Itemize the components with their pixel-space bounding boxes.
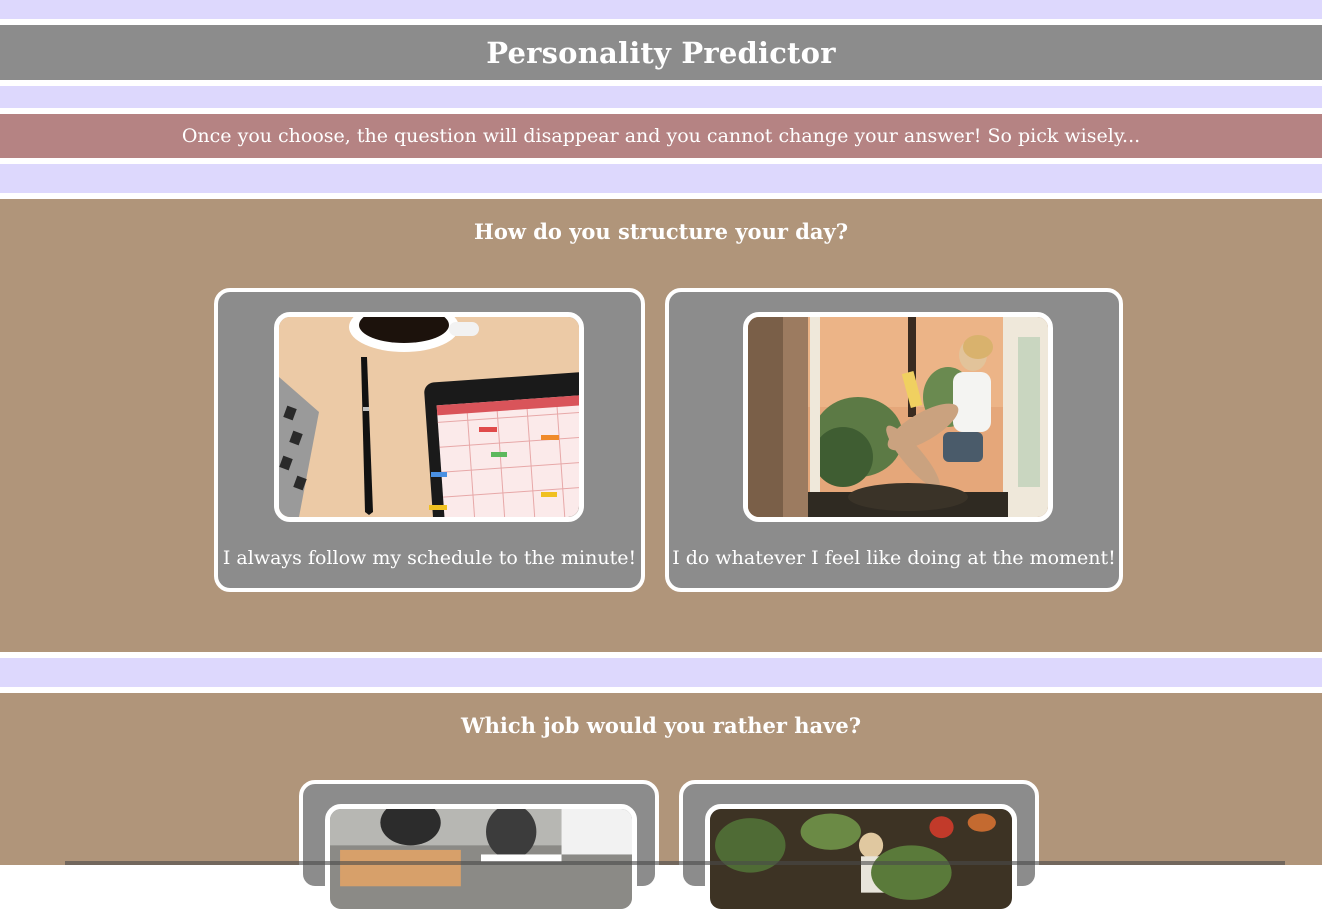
page-title: Personality Predictor bbox=[486, 35, 836, 70]
woman-reading-window-photo bbox=[743, 312, 1053, 522]
question-section: Which job would you rather have? bbox=[0, 693, 1322, 914]
answer-card-spontaneous[interactable]: I do whatever I feel like doing at the m… bbox=[665, 288, 1123, 592]
notice-banner: Once you choose, the question will disap… bbox=[0, 114, 1322, 158]
lavender-stripe bbox=[0, 86, 1322, 108]
plant-shop-photo bbox=[705, 804, 1017, 914]
answer-label: I do whatever I feel like doing at the m… bbox=[672, 547, 1116, 569]
question-title: How do you structure your day? bbox=[473, 219, 849, 244]
question-section: How do you structure your day? I always … bbox=[0, 199, 1322, 652]
lavender-stripe bbox=[0, 658, 1322, 687]
office-meeting-photo bbox=[325, 804, 637, 914]
notice-text: Once you choose, the question will disap… bbox=[181, 125, 1141, 147]
answer-card-schedule[interactable]: I always follow my schedule to the minut… bbox=[214, 288, 645, 592]
lavender-stripe bbox=[0, 0, 1322, 19]
lavender-stripe bbox=[0, 164, 1322, 193]
header-bar: Personality Predictor bbox=[0, 25, 1322, 80]
answer-card-plant-job[interactable] bbox=[679, 780, 1039, 914]
answer-label: I always follow my schedule to the minut… bbox=[222, 547, 637, 569]
scroll-shadow bbox=[65, 861, 1285, 865]
desk-calendar-photo bbox=[274, 312, 584, 522]
question-title: Which job would you rather have? bbox=[460, 713, 862, 738]
answer-card-office-job[interactable] bbox=[299, 780, 659, 914]
